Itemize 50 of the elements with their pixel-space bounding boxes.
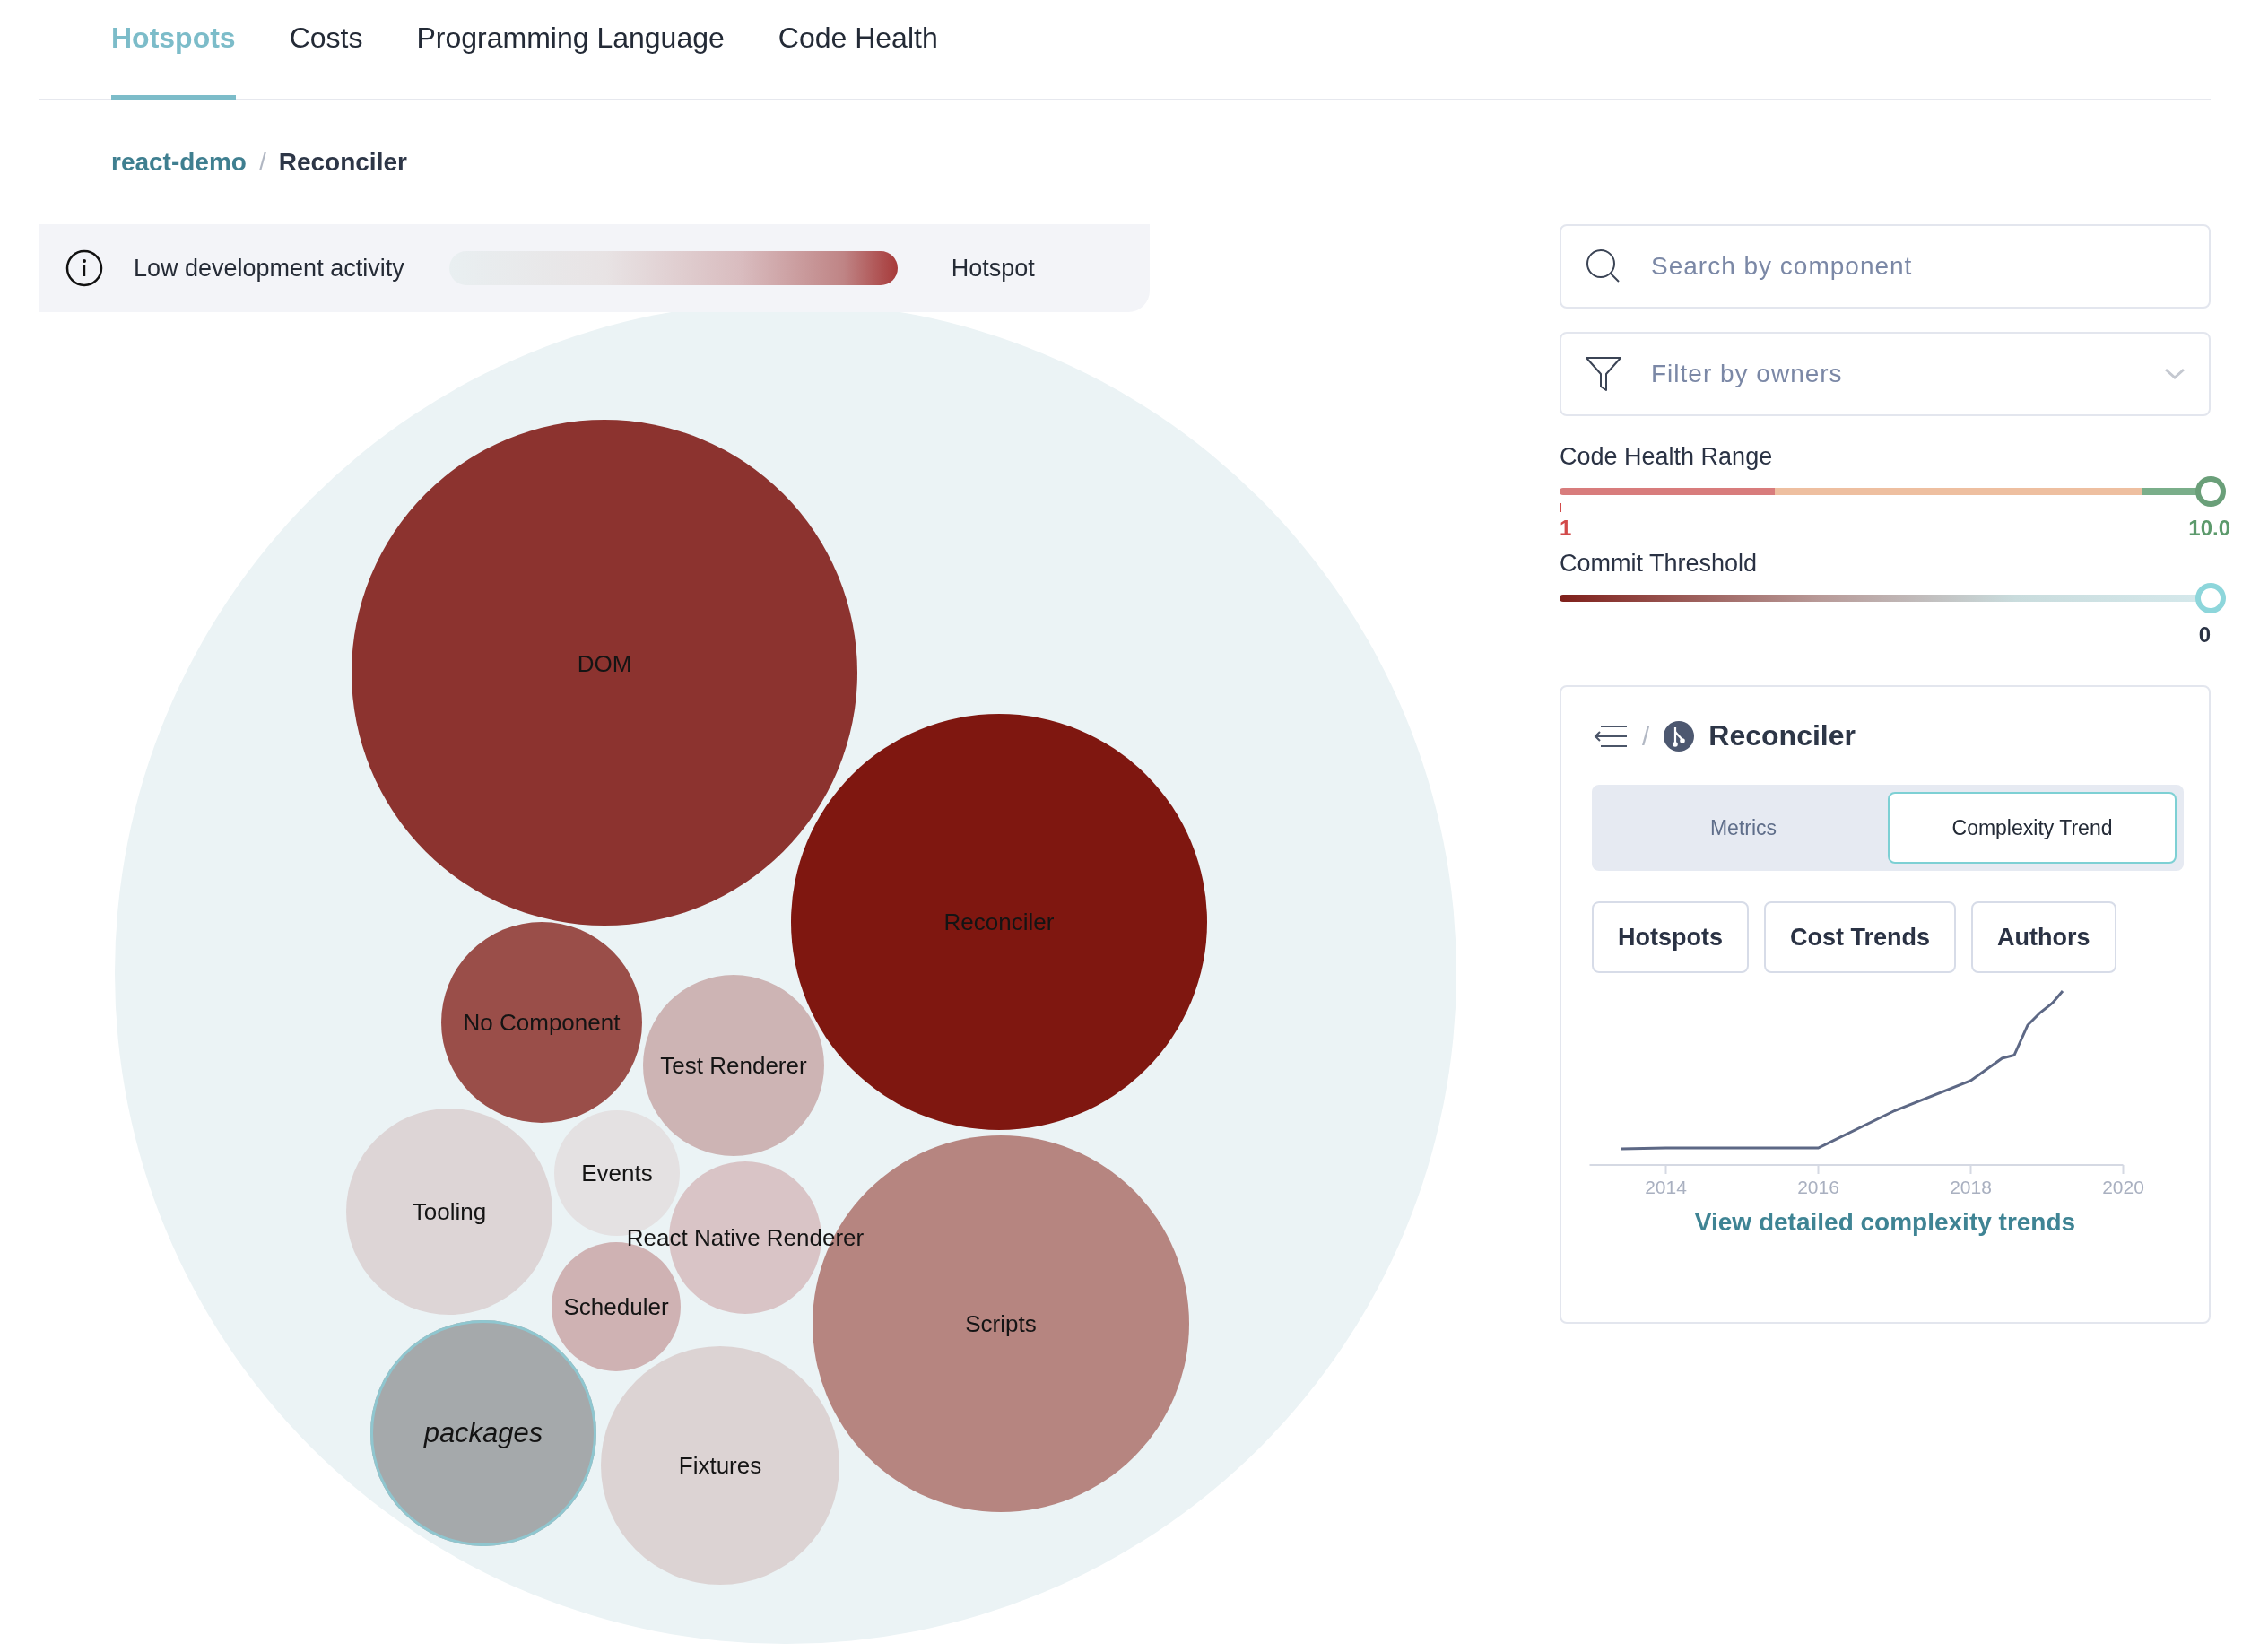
- view-tab[interactable]: Metrics: [1599, 792, 1888, 864]
- tick-label: 2014: [1645, 1177, 1687, 1197]
- collapse-list-icon[interactable]: [1594, 724, 1628, 748]
- bubble-label: No Component: [463, 1008, 621, 1037]
- range-slider[interactable]: [1560, 583, 2226, 613]
- slider-label: Commit Threshold: [1560, 550, 1759, 578]
- nav-tab[interactable]: Programming Language: [416, 0, 725, 100]
- breadcrumb-current: Reconciler: [278, 148, 407, 177]
- branch-icon: [1664, 720, 1695, 752]
- search-field[interactable]: Search by component: [1560, 224, 2211, 309]
- legend-high-label: Hotspot: [951, 254, 1035, 283]
- bubble-label: Tooling: [412, 1197, 487, 1226]
- range-slider[interactable]: [1560, 476, 2226, 507]
- filter-icon: [1585, 356, 1622, 392]
- max-reading: 10.0: [2188, 516, 2230, 541]
- bubble-label: Events: [581, 1159, 653, 1187]
- view-button[interactable]: Cost Trends: [1764, 901, 1957, 973]
- owner-filter-input[interactable]: Filter by owners: [1649, 359, 2137, 389]
- tick-label: 2020: [2102, 1177, 2144, 1197]
- bubble-label: DOM: [577, 649, 632, 678]
- min-reading: 1: [1560, 516, 1572, 541]
- nav-tab[interactable]: Costs: [289, 0, 363, 100]
- bubble-label: Scheduler: [563, 1292, 669, 1321]
- bubble-label: Reconciler: [943, 908, 1055, 936]
- card-title: Reconciler: [1708, 719, 1856, 752]
- bubble-label: packages: [423, 1417, 543, 1449]
- chevron-down-icon: [2164, 368, 2186, 380]
- bubble-label: Fixtures: [678, 1451, 762, 1480]
- tick-label: 2018: [1950, 1177, 1992, 1197]
- tick-label: 2016: [1797, 1177, 1839, 1197]
- breadcrumb-link[interactable]: react-demo: [111, 148, 247, 177]
- view-tab[interactable]: Complexity Trend: [1888, 792, 2177, 864]
- breadcrumb-separator: /: [258, 148, 266, 177]
- bubble-label: Test Renderer: [660, 1051, 807, 1080]
- threshold-reading: 0: [2198, 622, 2211, 648]
- slider-thumb[interactable]: [2195, 583, 2226, 613]
- bubble-label: React Native Renderer: [626, 1223, 865, 1252]
- info-icon: [65, 249, 103, 287]
- view-button[interactable]: Hotspots: [1592, 901, 1749, 973]
- view-button[interactable]: Authors: [1971, 901, 2116, 973]
- range-tick: [1560, 503, 1561, 512]
- slider-thumb[interactable]: [2195, 476, 2226, 507]
- search-input[interactable]: Search by component: [1649, 251, 2186, 282]
- legend-low-label: Low development activity: [134, 254, 404, 283]
- slider-label: Code Health Range: [1560, 443, 1774, 471]
- complexity-trends-link[interactable]: View detailed complexity trends: [1694, 1208, 2076, 1237]
- owner-filter-dropdown[interactable]: Filter by owners: [1560, 332, 2211, 416]
- nav-tab[interactable]: Code Health: [778, 0, 938, 100]
- header-separator: /: [1642, 720, 1650, 752]
- bubble-label: Scripts: [965, 1309, 1037, 1338]
